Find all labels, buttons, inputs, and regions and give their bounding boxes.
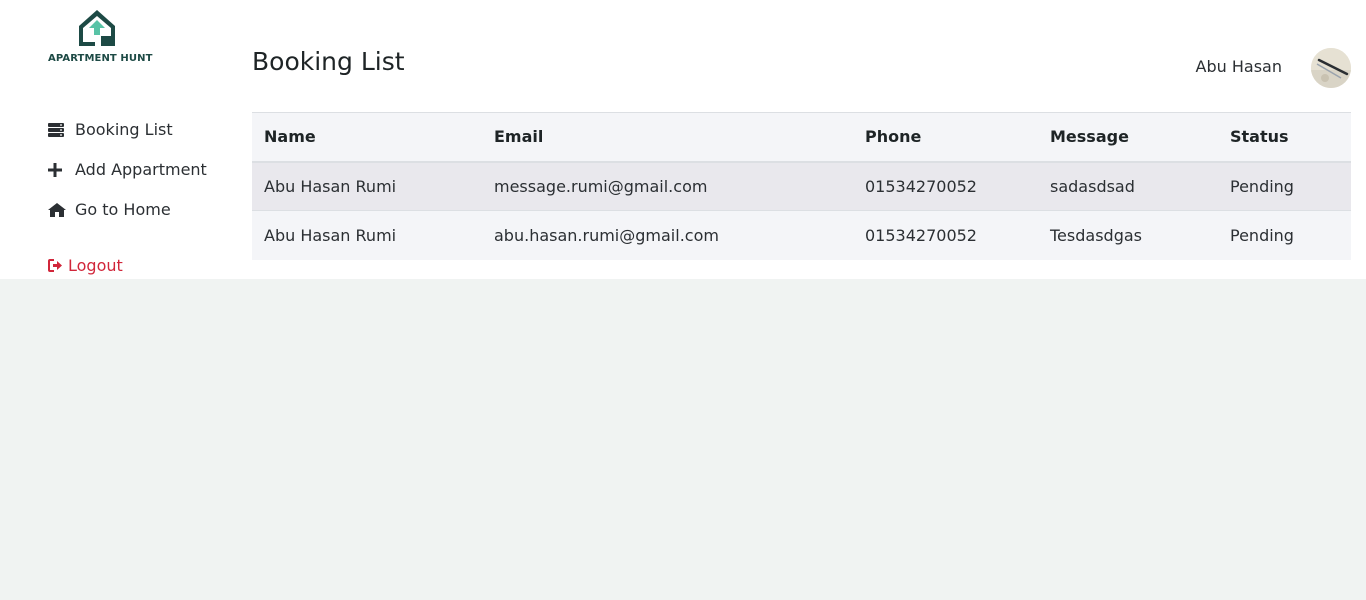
column-header-status: Status (1230, 127, 1289, 147)
table-row: Abu Hasan Rumi message.rumi@gmail.com 01… (252, 161, 1351, 211)
apartment-hunt-logo[interactable]: APARTMENT HUNT (48, 8, 153, 64)
home-icon (48, 202, 68, 217)
sign-out-icon (48, 259, 64, 272)
house-logo-icon (79, 10, 115, 46)
sidebar-item-add-appartment[interactable]: Add Appartment (48, 160, 207, 179)
cell-phone: 01534270052 (865, 176, 977, 196)
sidebar-item-label: Go to Home (75, 200, 171, 219)
cell-status: Pending (1230, 225, 1294, 245)
plus-icon (48, 162, 68, 177)
brand-name: APARTMENT HUNT (48, 53, 153, 64)
logout-label: Logout (68, 256, 123, 275)
page-title: Booking List (252, 47, 405, 76)
logout-link[interactable]: Logout (48, 256, 123, 275)
cell-message: Tesdasdgas (1050, 225, 1142, 245)
table-row: Abu Hasan Rumi abu.hasan.rumi@gmail.com … (252, 210, 1351, 260)
table-header-row: Name Email Phone Message Status (252, 112, 1351, 162)
column-header-name: Name (264, 127, 316, 147)
cell-email: message.rumi@gmail.com (494, 176, 708, 196)
sidebar-item-label: Add Appartment (75, 160, 207, 179)
cell-email: abu.hasan.rumi@gmail.com (494, 225, 719, 245)
server-list-icon (48, 122, 68, 137)
avatar-image (1311, 48, 1351, 88)
sidebar-item-booking-list[interactable]: Booking List (48, 120, 173, 139)
cell-name: Abu Hasan Rumi (264, 176, 397, 196)
avatar[interactable] (1311, 48, 1351, 88)
column-header-email: Email (494, 127, 544, 147)
sidebar-item-go-to-home[interactable]: Go to Home (48, 200, 171, 219)
booking-table: Name Email Phone Message Status Abu Hasa… (252, 112, 1351, 260)
user-name: Abu Hasan (1195, 57, 1282, 76)
cell-name: Abu Hasan Rumi (264, 225, 397, 245)
sidebar-item-label: Booking List (75, 120, 173, 139)
column-header-phone: Phone (865, 127, 922, 147)
cell-status: Pending (1230, 176, 1294, 196)
cell-message: sadasdsad (1050, 176, 1135, 196)
column-header-message: Message (1050, 127, 1129, 147)
cell-phone: 01534270052 (865, 225, 977, 245)
